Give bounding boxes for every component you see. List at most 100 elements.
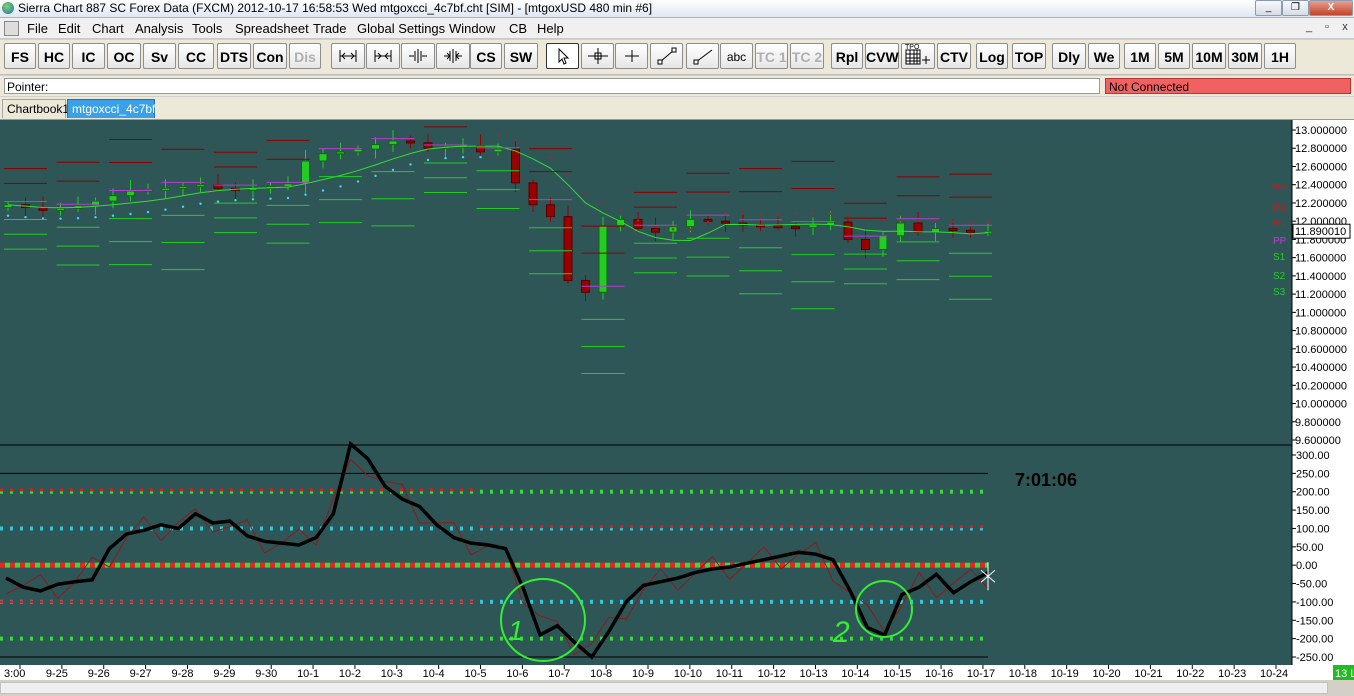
trend-dot <box>391 168 395 172</box>
menu-tools[interactable]: Tools <box>192 21 222 36</box>
menu-global-settings[interactable]: Global Settings <box>357 21 445 36</box>
we-button[interactable]: We <box>1088 43 1120 69</box>
price-axis-label: 9.600000 <box>1295 435 1341 447</box>
bar-spacing-expand-icon[interactable] <box>401 43 435 69</box>
trend-dot <box>146 210 150 214</box>
trend-dot <box>689 228 692 231</box>
oc-button[interactable]: OC <box>107 43 141 69</box>
date-axis-label: 10-13 <box>799 668 827 680</box>
line-tool-icon[interactable] <box>650 43 683 69</box>
abc-button[interactable]: abc <box>720 43 753 69</box>
date-axis-label: 10-21 <box>1134 668 1162 680</box>
cci-axis-label: -200.00 <box>1296 634 1333 646</box>
date-axis-label: 9-26 <box>88 668 110 680</box>
trend-dot <box>234 199 237 202</box>
trend-dot <box>129 212 132 216</box>
5m-button[interactable]: 5M <box>1158 43 1190 69</box>
trend-dot <box>251 198 255 201</box>
menu-spreadsheet[interactable]: Spreadsheet <box>235 21 309 36</box>
hc-button[interactable]: HC <box>38 43 70 69</box>
menu-cb[interactable]: CB <box>509 21 527 36</box>
cci-axis-label: 200.00 <box>1296 487 1330 499</box>
tc-2-button[interactable]: TC 2 <box>790 43 824 69</box>
candle-body <box>371 144 380 150</box>
pivot-label-r1: R1 <box>1273 218 1286 229</box>
trend-dot <box>356 180 360 183</box>
pivot-label-pp: PP <box>1273 236 1287 247</box>
cvw-button[interactable]: CVW <box>865 43 899 69</box>
dly-button[interactable]: Dly <box>1052 43 1086 69</box>
menu-window[interactable]: Window <box>449 21 495 36</box>
date-axis-label: 10-12 <box>758 668 786 680</box>
scale-expand-icon[interactable] <box>331 43 365 69</box>
price-axis-label: 10.800000 <box>1295 326 1347 338</box>
bar-spacing-compress-icon[interactable] <box>436 43 470 69</box>
tpo-profile-button[interactable]: TPO <box>901 43 935 69</box>
ray-tool-icon[interactable] <box>686 43 719 69</box>
ctv-button[interactable]: CTV <box>937 43 971 69</box>
bar-countdown-timer: 7:01:06 <box>1015 470 1077 490</box>
trend-dot <box>286 196 290 200</box>
sv-button[interactable]: Sv <box>143 43 176 69</box>
candle-body <box>896 222 905 237</box>
menu-edit[interactable]: Edit <box>58 21 80 36</box>
1h-button[interactable]: 1H <box>1264 43 1296 69</box>
chart-area[interactable]: 13.000000 12.800000 12.600000 12.400000 12.2… <box>0 120 1354 680</box>
mdi-restore-button[interactable]: ▫ <box>1318 20 1336 35</box>
tab-chartbook1[interactable]: Chartbook1 <box>2 99 69 118</box>
10m-button[interactable]: 10M <box>1192 43 1226 69</box>
menu-bar: File Edit Chart Analysis Tools Spreadsheet Tra… <box>0 18 1354 39</box>
con-button[interactable]: Con <box>253 43 287 69</box>
close-button[interactable]: X <box>1309 0 1353 16</box>
pivot-label-s3: S3 <box>1273 287 1286 298</box>
menu-help[interactable]: Help <box>537 21 564 36</box>
1m-button[interactable]: 1M <box>1124 43 1156 69</box>
mdi-minimize-button[interactable]: _ <box>1300 20 1318 35</box>
log-button[interactable]: Log <box>976 43 1008 69</box>
main-toolbar: FS HC IC OC Sv CC DTS Con Dis CS SW abc TC 1 TC 2 Rpl C… <box>0 40 1354 75</box>
restore-button[interactable]: ❐ <box>1282 0 1309 16</box>
chartbook-tab-bar: Chartbook1 mtgoxcci_4c7bf <box>0 97 1354 120</box>
trend-dot <box>829 212 832 215</box>
dts-button[interactable]: DTS <box>217 43 251 69</box>
trend-dot <box>426 158 430 162</box>
cs-button[interactable]: CS <box>470 43 502 69</box>
crosshair-icon[interactable] <box>581 43 614 69</box>
candle-body <box>56 207 65 211</box>
pointer-arrow-icon[interactable] <box>546 43 579 69</box>
scale-compress-icon[interactable] <box>366 43 400 69</box>
cc-button[interactable]: CC <box>178 43 214 69</box>
scroll-corner <box>1328 680 1354 696</box>
date-axis-label: 10-7 <box>548 668 570 680</box>
pivot-label-r2: R2 <box>1273 203 1286 214</box>
date-axis-label: 10-23 <box>1218 668 1246 680</box>
candle-body <box>546 204 555 218</box>
30m-button[interactable]: 30M <box>1228 43 1262 69</box>
top-button[interactable]: TOP <box>1012 43 1046 69</box>
cross-small-icon[interactable] <box>615 43 648 69</box>
menu-trade[interactable]: Trade <box>313 21 346 36</box>
horizontal-scrollbar[interactable] <box>0 682 1328 694</box>
pivot-label-s1: S1 <box>1273 252 1286 263</box>
tc-1-button[interactable]: TC 1 <box>755 43 788 69</box>
menu-file[interactable]: File <box>27 21 48 36</box>
price-cci-chart[interactable]: 13.000000 12.800000 12.600000 12.400000 12.2… <box>0 120 1354 680</box>
document-icon[interactable] <box>4 21 19 36</box>
chart-background <box>0 120 1354 665</box>
trend-dot <box>619 209 622 212</box>
minimize-button[interactable]: _ <box>1255 0 1282 16</box>
fs-button[interactable]: FS <box>4 43 36 69</box>
cci-axis-label: 150.00 <box>1296 505 1330 517</box>
price-axis-label: 11.000000 <box>1295 307 1346 319</box>
menu-chart[interactable]: Chart <box>92 21 124 36</box>
price-axis-label: 12.400000 <box>1295 180 1347 192</box>
mdi-close-button[interactable]: x <box>1336 20 1354 35</box>
sw-button[interactable]: SW <box>504 43 538 69</box>
tab-mtgoxcci[interactable]: mtgoxcci_4c7bf <box>67 99 155 118</box>
menu-analysis[interactable]: Analysis <box>135 21 183 36</box>
rpl-button[interactable]: Rpl <box>831 43 863 69</box>
ic-button[interactable]: IC <box>72 43 105 69</box>
trend-dot <box>24 215 27 219</box>
date-axis-label: 10-10 <box>674 668 702 680</box>
dis-button[interactable]: Dis <box>289 43 321 69</box>
